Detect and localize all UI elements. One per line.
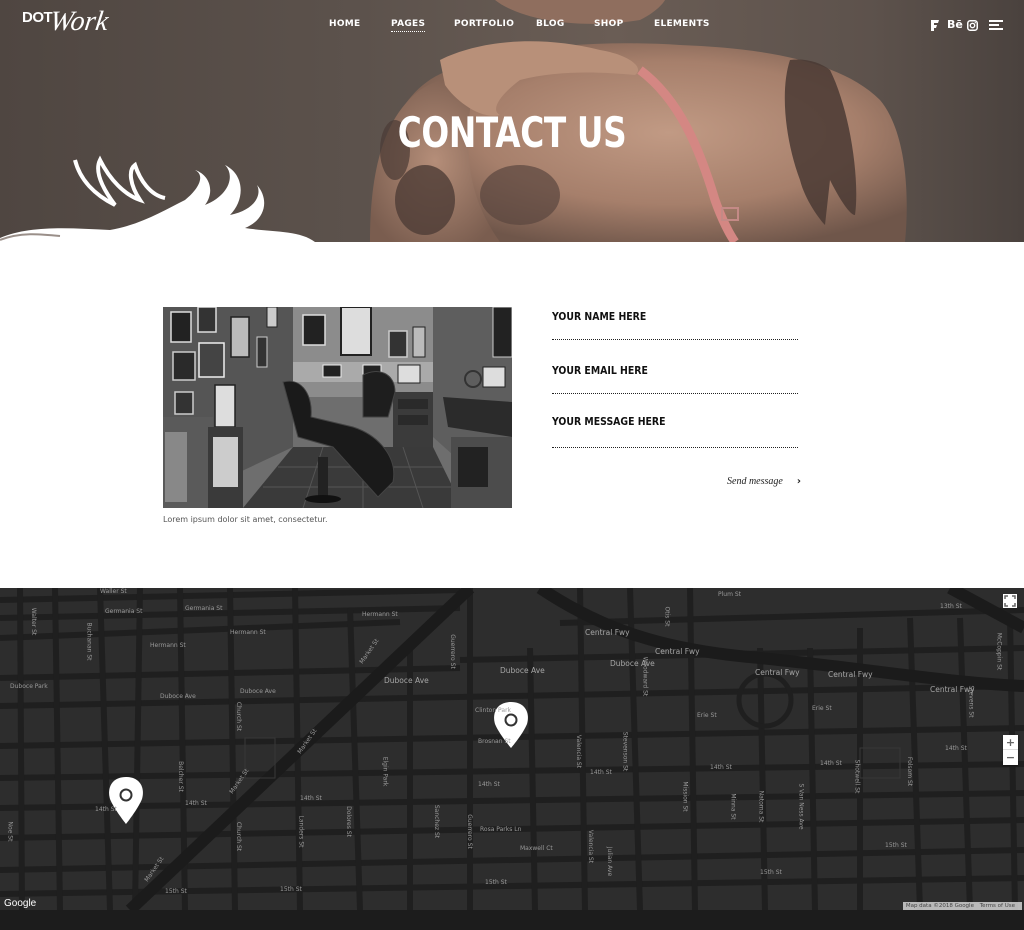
map-data-text: Map data ©2018 Google <box>905 903 974 909</box>
street-label: Duboce Park <box>10 683 48 690</box>
street-label: Plum St <box>718 591 742 598</box>
street-label: 14th St <box>95 806 117 813</box>
street-label: 14th St <box>590 769 612 776</box>
street-label: Shotwell St <box>853 759 861 794</box>
message-field-wrapper <box>552 411 798 448</box>
fullscreen-icon <box>1004 595 1016 607</box>
nav-item-shop[interactable]: SHOP <box>594 19 623 29</box>
fullscreen-button[interactable] <box>1003 594 1017 608</box>
street-label: 15th St <box>885 842 907 849</box>
nav-item-blog[interactable]: BLOG <box>536 19 565 29</box>
street-label: Elgin Park <box>381 756 389 787</box>
street-label: Central Fwy <box>828 670 873 679</box>
photo-caption: Lorem ipsum dolor sit amet, consectetur. <box>163 515 328 524</box>
street-label: Germania St <box>185 605 223 612</box>
street-label: Natoma St <box>757 790 765 823</box>
street-label: Dolores St <box>344 806 352 837</box>
street-label: 13th St <box>940 603 962 610</box>
street-label: 15th St <box>165 888 187 895</box>
email-field[interactable] <box>552 358 762 382</box>
street-label: Buchanan St <box>85 622 93 661</box>
map-roads <box>0 588 1024 910</box>
street-label: 15th St <box>280 886 302 893</box>
main-nav: HOME PAGES PORTFOLIO BLOG SHOP ELEMENTS <box>0 19 1024 33</box>
name-field[interactable] <box>552 304 762 328</box>
street-label: Julian Ave <box>606 846 614 877</box>
nav-item-portfolio[interactable]: PORTFOLIO <box>454 19 514 29</box>
street-label: 15th St <box>760 869 782 876</box>
google-logo[interactable]: Google <box>4 898 36 909</box>
hamburger-menu-icon[interactable] <box>989 20 1003 30</box>
street-label: McCoppin St <box>995 632 1003 671</box>
street-label: Duboce Ave <box>384 676 429 685</box>
street-label: Hermann St <box>230 629 266 636</box>
studio-photo <box>163 307 512 508</box>
chevron-right-icon: › <box>796 476 801 487</box>
street-label: Church St <box>235 701 243 732</box>
street-label: Duboce Ave <box>240 688 276 695</box>
street-label: Central Fwy <box>585 628 630 637</box>
street-label: Erie St <box>812 705 832 712</box>
hero-header: DOT Work HOME PAGES PORTFOLIO BLOG SHOP … <box>0 0 1024 242</box>
street-label: Minna St <box>729 793 737 820</box>
email-field-wrapper <box>552 358 798 394</box>
terms-link[interactable]: Terms of Use <box>980 903 1015 909</box>
street-label: 14th St <box>478 781 500 788</box>
street-label: 14th St <box>185 800 207 807</box>
street-label: Clinton Park <box>475 707 512 714</box>
street-label: Waller St <box>100 588 127 595</box>
street-label: Sanchez St <box>433 804 441 839</box>
footer-strip <box>0 910 1024 930</box>
street-label: 14th St <box>300 795 322 802</box>
street-label: Otis St <box>663 606 671 627</box>
zoom-controls: + − <box>1003 735 1018 765</box>
street-label: Erie St <box>697 712 717 719</box>
street-label: Maxwell Ct <box>520 845 553 852</box>
street-label: 14th St <box>710 764 732 771</box>
street-label: Valencia St <box>575 734 583 769</box>
street-label: 14th St <box>820 760 842 767</box>
street-label: 15th St <box>485 879 507 886</box>
send-message-label: Send message <box>727 476 783 487</box>
message-field[interactable] <box>552 411 762 445</box>
street-label: Stevens St <box>967 685 975 718</box>
behance-icon[interactable]: Bē <box>947 18 963 32</box>
street-label: Stevenson St <box>621 731 629 772</box>
street-label: Walter St <box>30 607 38 636</box>
name-field-wrapper <box>552 304 798 340</box>
instagram-icon[interactable] <box>967 20 978 31</box>
street-label: Landers St <box>297 815 305 848</box>
street-label: 14th St <box>945 745 967 752</box>
street-label: Rosa Parks Ln <box>480 826 522 833</box>
map-attribution: Map data ©2018 Google Terms of Use <box>902 902 1022 910</box>
location-map[interactable]: Waller St Germania St Germania St Herman… <box>0 588 1024 910</box>
street-label: Central Fwy <box>755 668 800 677</box>
street-label: Hermann St <box>362 611 398 618</box>
zoom-in-button[interactable]: + <box>1003 735 1018 750</box>
street-label: Hermann St <box>150 642 186 649</box>
street-label: Church St <box>235 821 243 852</box>
street-label: Duboce Ave <box>500 666 545 675</box>
street-label: Valencia St <box>587 829 595 864</box>
street-label: Mission St <box>681 781 689 812</box>
street-label: Germania St <box>105 608 143 615</box>
street-label: Central Fwy <box>655 647 700 656</box>
zoom-out-button[interactable]: − <box>1003 750 1018 765</box>
street-label: Folsom St <box>906 756 914 787</box>
street-label: Belcher St <box>176 761 184 792</box>
street-label: S Van Ness Ave <box>797 783 805 830</box>
street-label: Guerrero St <box>465 814 473 849</box>
send-message-button[interactable]: Send message › <box>727 476 801 487</box>
street-label: Woodward St <box>641 656 649 697</box>
nav-item-home[interactable]: HOME <box>329 19 361 29</box>
street-label: Noe St <box>6 821 14 842</box>
nav-item-pages[interactable]: PAGES <box>391 19 426 32</box>
page-title: CONTACT US <box>397 108 627 157</box>
nav-item-elements[interactable]: ELEMENTS <box>654 19 710 29</box>
street-label: Duboce Ave <box>160 693 196 700</box>
street-label: Brosnan St <box>478 738 511 745</box>
foursquare-icon[interactable] <box>930 20 940 31</box>
street-label: Guerrero St <box>448 634 456 669</box>
